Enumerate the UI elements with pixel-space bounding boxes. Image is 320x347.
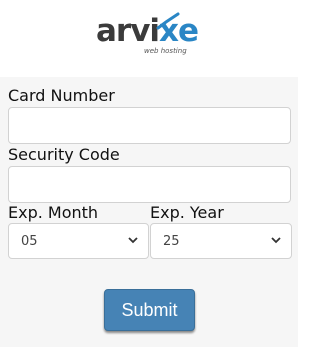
exp-year-value: 25	[163, 234, 180, 249]
chevron-down-icon	[128, 237, 138, 244]
exp-year-select[interactable]: 25	[150, 223, 292, 259]
exp-year-label: Exp. Year	[150, 203, 224, 222]
logo-name-main: arvi	[96, 13, 160, 49]
card-number-input[interactable]	[8, 107, 291, 144]
logo-swoosh-icon	[156, 12, 180, 30]
logo-wordmark: arvixe	[96, 12, 199, 50]
arvixe-logo: arvixe web hosting	[96, 12, 206, 58]
security-code-input[interactable]	[8, 166, 291, 203]
submit-button[interactable]: Submit	[104, 289, 195, 331]
chevron-down-icon	[271, 237, 281, 244]
card-number-label: Card Number	[8, 86, 115, 105]
payment-form: Card Number Security Code Exp. Month 05 …	[0, 77, 298, 347]
security-code-label: Security Code	[8, 145, 120, 164]
exp-month-select[interactable]: 05	[8, 223, 149, 259]
exp-month-label: Exp. Month	[8, 203, 99, 222]
exp-month-value: 05	[21, 234, 38, 249]
header: arvixe web hosting	[0, 0, 298, 77]
logo-tagline: web hosting	[144, 47, 187, 55]
